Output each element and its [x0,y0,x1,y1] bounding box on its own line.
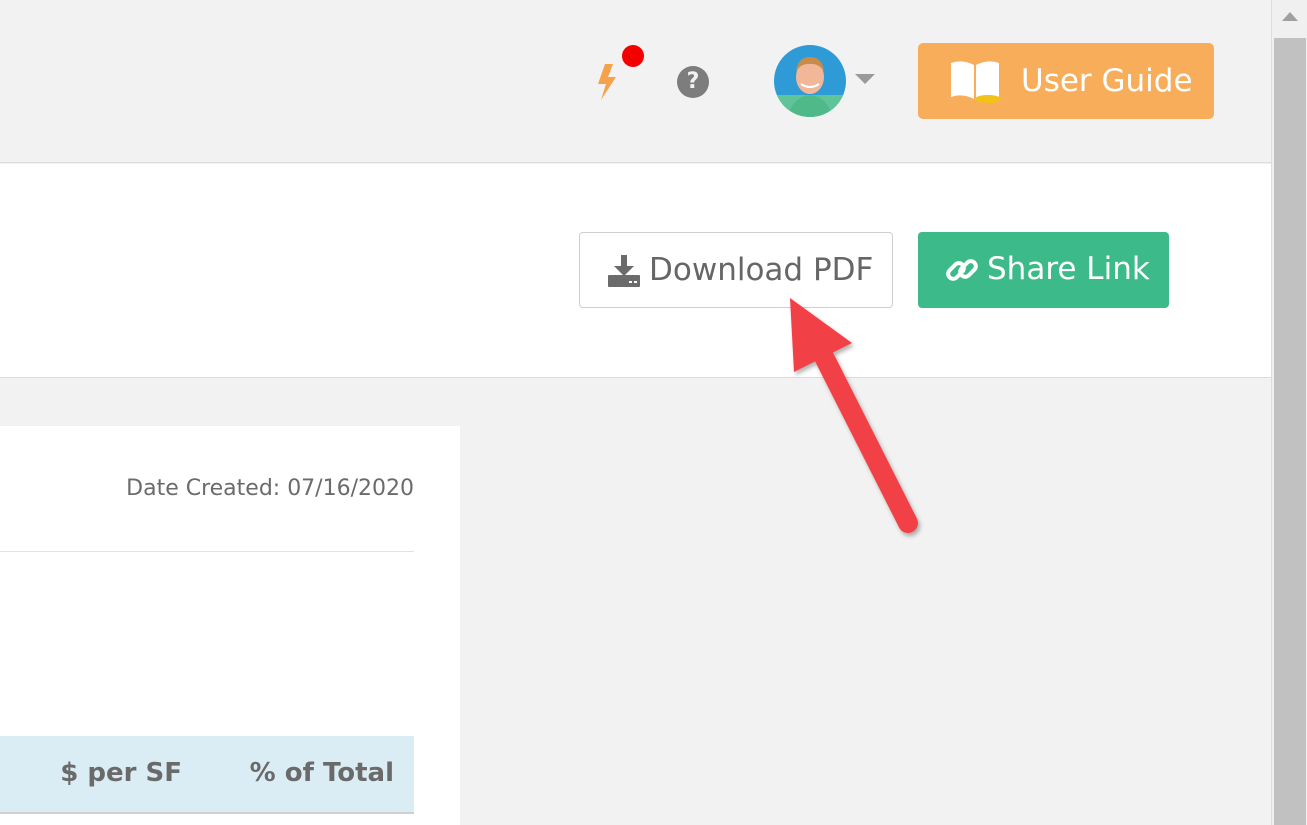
table-header: $ per SF % of Total [0,736,414,814]
scroll-thumb[interactable] [1274,38,1306,825]
report-card: Date Created: 07/16/2020 $ per SF % of T… [0,426,460,825]
column-header-per-sf: $ per SF [60,758,182,788]
top-header: ? User Guide [0,0,1271,163]
download-pdf-button[interactable]: Download PDF [579,232,893,308]
user-guide-button[interactable]: User Guide [918,43,1214,119]
action-bar: Download PDF Share Link [0,164,1271,378]
lightning-bolt-icon[interactable] [592,62,622,102]
book-open-icon [951,61,1001,103]
date-created: Date Created: 07/16/2020 [126,476,414,501]
user-avatar[interactable] [774,45,846,117]
link-icon [946,259,978,281]
app-viewport: ? User Guide Download PDF Share Link Dat… [0,0,1307,825]
notification-dot [622,45,644,67]
share-link-button[interactable]: Share Link [918,232,1169,308]
card-divider [0,551,414,552]
column-header-pct-total: % of Total [249,758,394,788]
question-circle-icon[interactable]: ? [677,66,709,98]
download-pdf-label: Download PDF [649,252,874,288]
scroll-up-arrow-icon[interactable] [1282,12,1298,21]
download-icon [608,255,640,287]
user-guide-label: User Guide [1021,63,1193,99]
chevron-down-icon[interactable] [855,74,875,84]
vertical-scrollbar[interactable] [1271,0,1307,825]
share-link-label: Share Link [987,251,1150,287]
